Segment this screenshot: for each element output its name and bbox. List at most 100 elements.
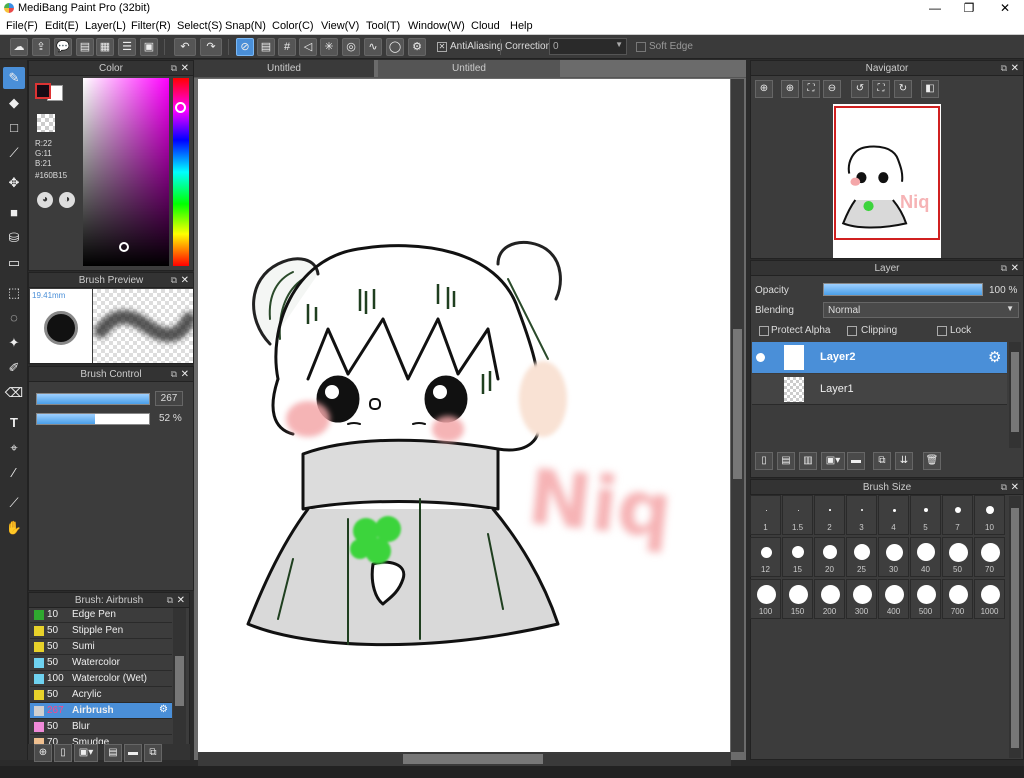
operation-tool-icon[interactable]: ⌖ <box>3 437 25 459</box>
divide-tool-icon[interactable]: ⁄ <box>3 462 25 484</box>
layer-scrollbar[interactable] <box>1009 342 1021 448</box>
brush-size-option[interactable]: 400 <box>878 579 909 619</box>
actual-size-icon[interactable]: ⛶ <box>872 80 890 98</box>
menu-help[interactable]: Help <box>510 20 533 32</box>
brush-list-item[interactable]: 10 Edge Pen <box>30 607 172 623</box>
menu-tool[interactable]: Tool(T) <box>366 20 400 32</box>
palette-icon[interactable]: ◕ <box>37 192 53 208</box>
select-eraser-icon[interactable]: ⌫ <box>3 382 25 404</box>
close-button[interactable]: ✕ <box>988 0 1022 17</box>
grid-icon[interactable]: ▣ <box>140 38 158 56</box>
brush-list-item[interactable]: 50 Acrylic <box>30 687 172 703</box>
redo-button[interactable]: ↷ <box>200 38 222 56</box>
menu-edit[interactable]: Edit(E) <box>45 20 79 32</box>
circle-snap-icon[interactable]: ◯ <box>386 38 404 56</box>
brush-tool-icon[interactable]: ✎ <box>3 67 25 89</box>
select-rect-icon[interactable]: ⬚ <box>3 282 25 304</box>
comment-icon[interactable]: 💬 <box>54 38 72 56</box>
brush-size-option[interactable]: 500 <box>910 579 941 619</box>
brush-list-scrollbar[interactable] <box>173 608 186 744</box>
zoom-out-icon[interactable]: ⊖ <box>823 80 841 98</box>
menu-filter[interactable]: Filter(R) <box>131 20 171 32</box>
export-icon[interactable]: ▤ <box>76 38 94 56</box>
hand-tool-icon[interactable]: ✋ <box>3 517 25 539</box>
brush-size-option[interactable]: 700 <box>942 579 973 619</box>
dot-tool-icon[interactable]: □ <box>3 117 25 139</box>
brush-size-value[interactable]: 267 <box>155 391 183 406</box>
foreground-color-swatch[interactable] <box>35 83 51 99</box>
vanishing-point-icon[interactable]: ◁ <box>299 38 317 56</box>
new-halftone-layer-icon[interactable]: ▤ <box>777 452 795 470</box>
gradient-tool-icon[interactable]: ▭ <box>3 252 25 274</box>
menu-file[interactable]: File(F) <box>6 20 38 32</box>
brush-size-option[interactable]: 200 <box>814 579 845 619</box>
layer-menu-icon[interactable]: ▣▾ <box>821 452 845 470</box>
lock-checkbox[interactable] <box>937 326 947 336</box>
brush-size-option[interactable]: 12 <box>750 537 781 577</box>
magic-wand-icon[interactable]: ✦ <box>3 332 25 354</box>
brush-opacity-slider[interactable] <box>36 413 150 425</box>
eyedropper-icon[interactable]: ⟋ <box>3 492 25 514</box>
document-icon[interactable]: ▦ <box>96 38 114 56</box>
menu-select[interactable]: Select(S) <box>177 20 222 32</box>
fill-rect-tool-icon[interactable]: ■ <box>3 202 25 224</box>
brush-size-scrollbar[interactable] <box>1009 496 1021 758</box>
select-pen-icon[interactable]: ✐ <box>3 357 25 379</box>
brush-size-option[interactable]: 70 <box>974 537 1005 577</box>
layer-row-layer1[interactable]: Layer1 <box>752 374 1007 405</box>
layer-folder-icon[interactable]: ▬ <box>847 452 865 470</box>
brush-size-option[interactable]: 5 <box>910 495 941 535</box>
brush-size-option[interactable]: 15 <box>782 537 813 577</box>
brush-size-option[interactable]: 10 <box>974 495 1005 535</box>
curve-snap-icon[interactable]: ∿ <box>364 38 382 56</box>
picker-handle[interactable] <box>119 242 129 252</box>
transparent-color-swatch[interactable] <box>37 114 55 132</box>
menu-layer[interactable]: Layer(L) <box>85 20 126 32</box>
move-tool-icon[interactable]: ✥ <box>3 172 25 194</box>
brush-size-option[interactable]: 1.5 <box>782 495 813 535</box>
drawing-canvas[interactable]: Niq <box>198 79 730 752</box>
brush-size-option[interactable]: 20 <box>814 537 845 577</box>
menu-cloud[interactable]: Cloud <box>471 20 500 32</box>
brush-size-option[interactable]: 25 <box>846 537 877 577</box>
crisscross-snap-icon[interactable]: # <box>278 38 296 56</box>
cloud-icon[interactable]: ☁ <box>10 38 28 56</box>
brush-size-option[interactable]: 100 <box>750 579 781 619</box>
share-icon[interactable]: ⇪ <box>32 38 50 56</box>
text-tool-icon[interactable]: T <box>3 412 25 434</box>
concentric-snap-icon[interactable]: ◎ <box>342 38 360 56</box>
new-1bit-layer-icon[interactable]: ▥ <box>799 452 817 470</box>
brush-size-option[interactable]: 7 <box>942 495 973 535</box>
merge-layer-icon[interactable]: ⇊ <box>895 452 913 470</box>
visibility-icon[interactable] <box>756 353 765 362</box>
close-icon[interactable]: ✕ <box>181 61 189 76</box>
brush-doc-icon[interactable]: ▤ <box>104 744 122 762</box>
brush-size-option[interactable]: 50 <box>942 537 973 577</box>
bucket-tool-icon[interactable]: ⛁ <box>3 227 25 249</box>
brush-settings-gear-icon[interactable]: ⚙ <box>159 704 168 715</box>
zoom-in-2-icon[interactable]: ⊕ <box>781 80 799 98</box>
fit-icon[interactable]: ⛶ <box>802 80 820 98</box>
restore-button[interactable]: ❐ <box>952 0 986 17</box>
undo-button[interactable]: ↶ <box>174 38 196 56</box>
brush-folder-icon[interactable]: ▬ <box>124 744 142 762</box>
brush-size-option[interactable]: 150 <box>782 579 813 619</box>
brush-list-item[interactable]: 50 Sumi <box>30 639 172 655</box>
saturation-value-picker[interactable] <box>83 78 169 266</box>
brush-size-option[interactable]: 1000 <box>974 579 1005 619</box>
brush-size-option[interactable]: 300 <box>846 579 877 619</box>
brush-size-option[interactable]: 30 <box>878 537 909 577</box>
menu-color[interactable]: Color(C) <box>272 20 314 32</box>
brush-size-option[interactable]: 4 <box>878 495 909 535</box>
new-brush-icon[interactable]: ▯ <box>54 744 72 762</box>
correction-select[interactable]: 0 ▼ <box>549 38 627 55</box>
menu-view[interactable]: View(V) <box>321 20 359 32</box>
delete-layer-icon[interactable]: 🗑 <box>923 452 941 470</box>
brush-list-item[interactable]: 50 Stipple Pen <box>30 623 172 639</box>
softedge-checkbox[interactable] <box>636 42 646 52</box>
radial-snap-icon[interactable]: ✳ <box>320 38 338 56</box>
flip-icon[interactable]: ◧ <box>921 80 939 98</box>
menu-snap[interactable]: Snap(N) <box>225 20 266 32</box>
settings-gear-icon[interactable]: ⚙ <box>408 38 426 56</box>
brush-size-option[interactable]: 3 <box>846 495 877 535</box>
